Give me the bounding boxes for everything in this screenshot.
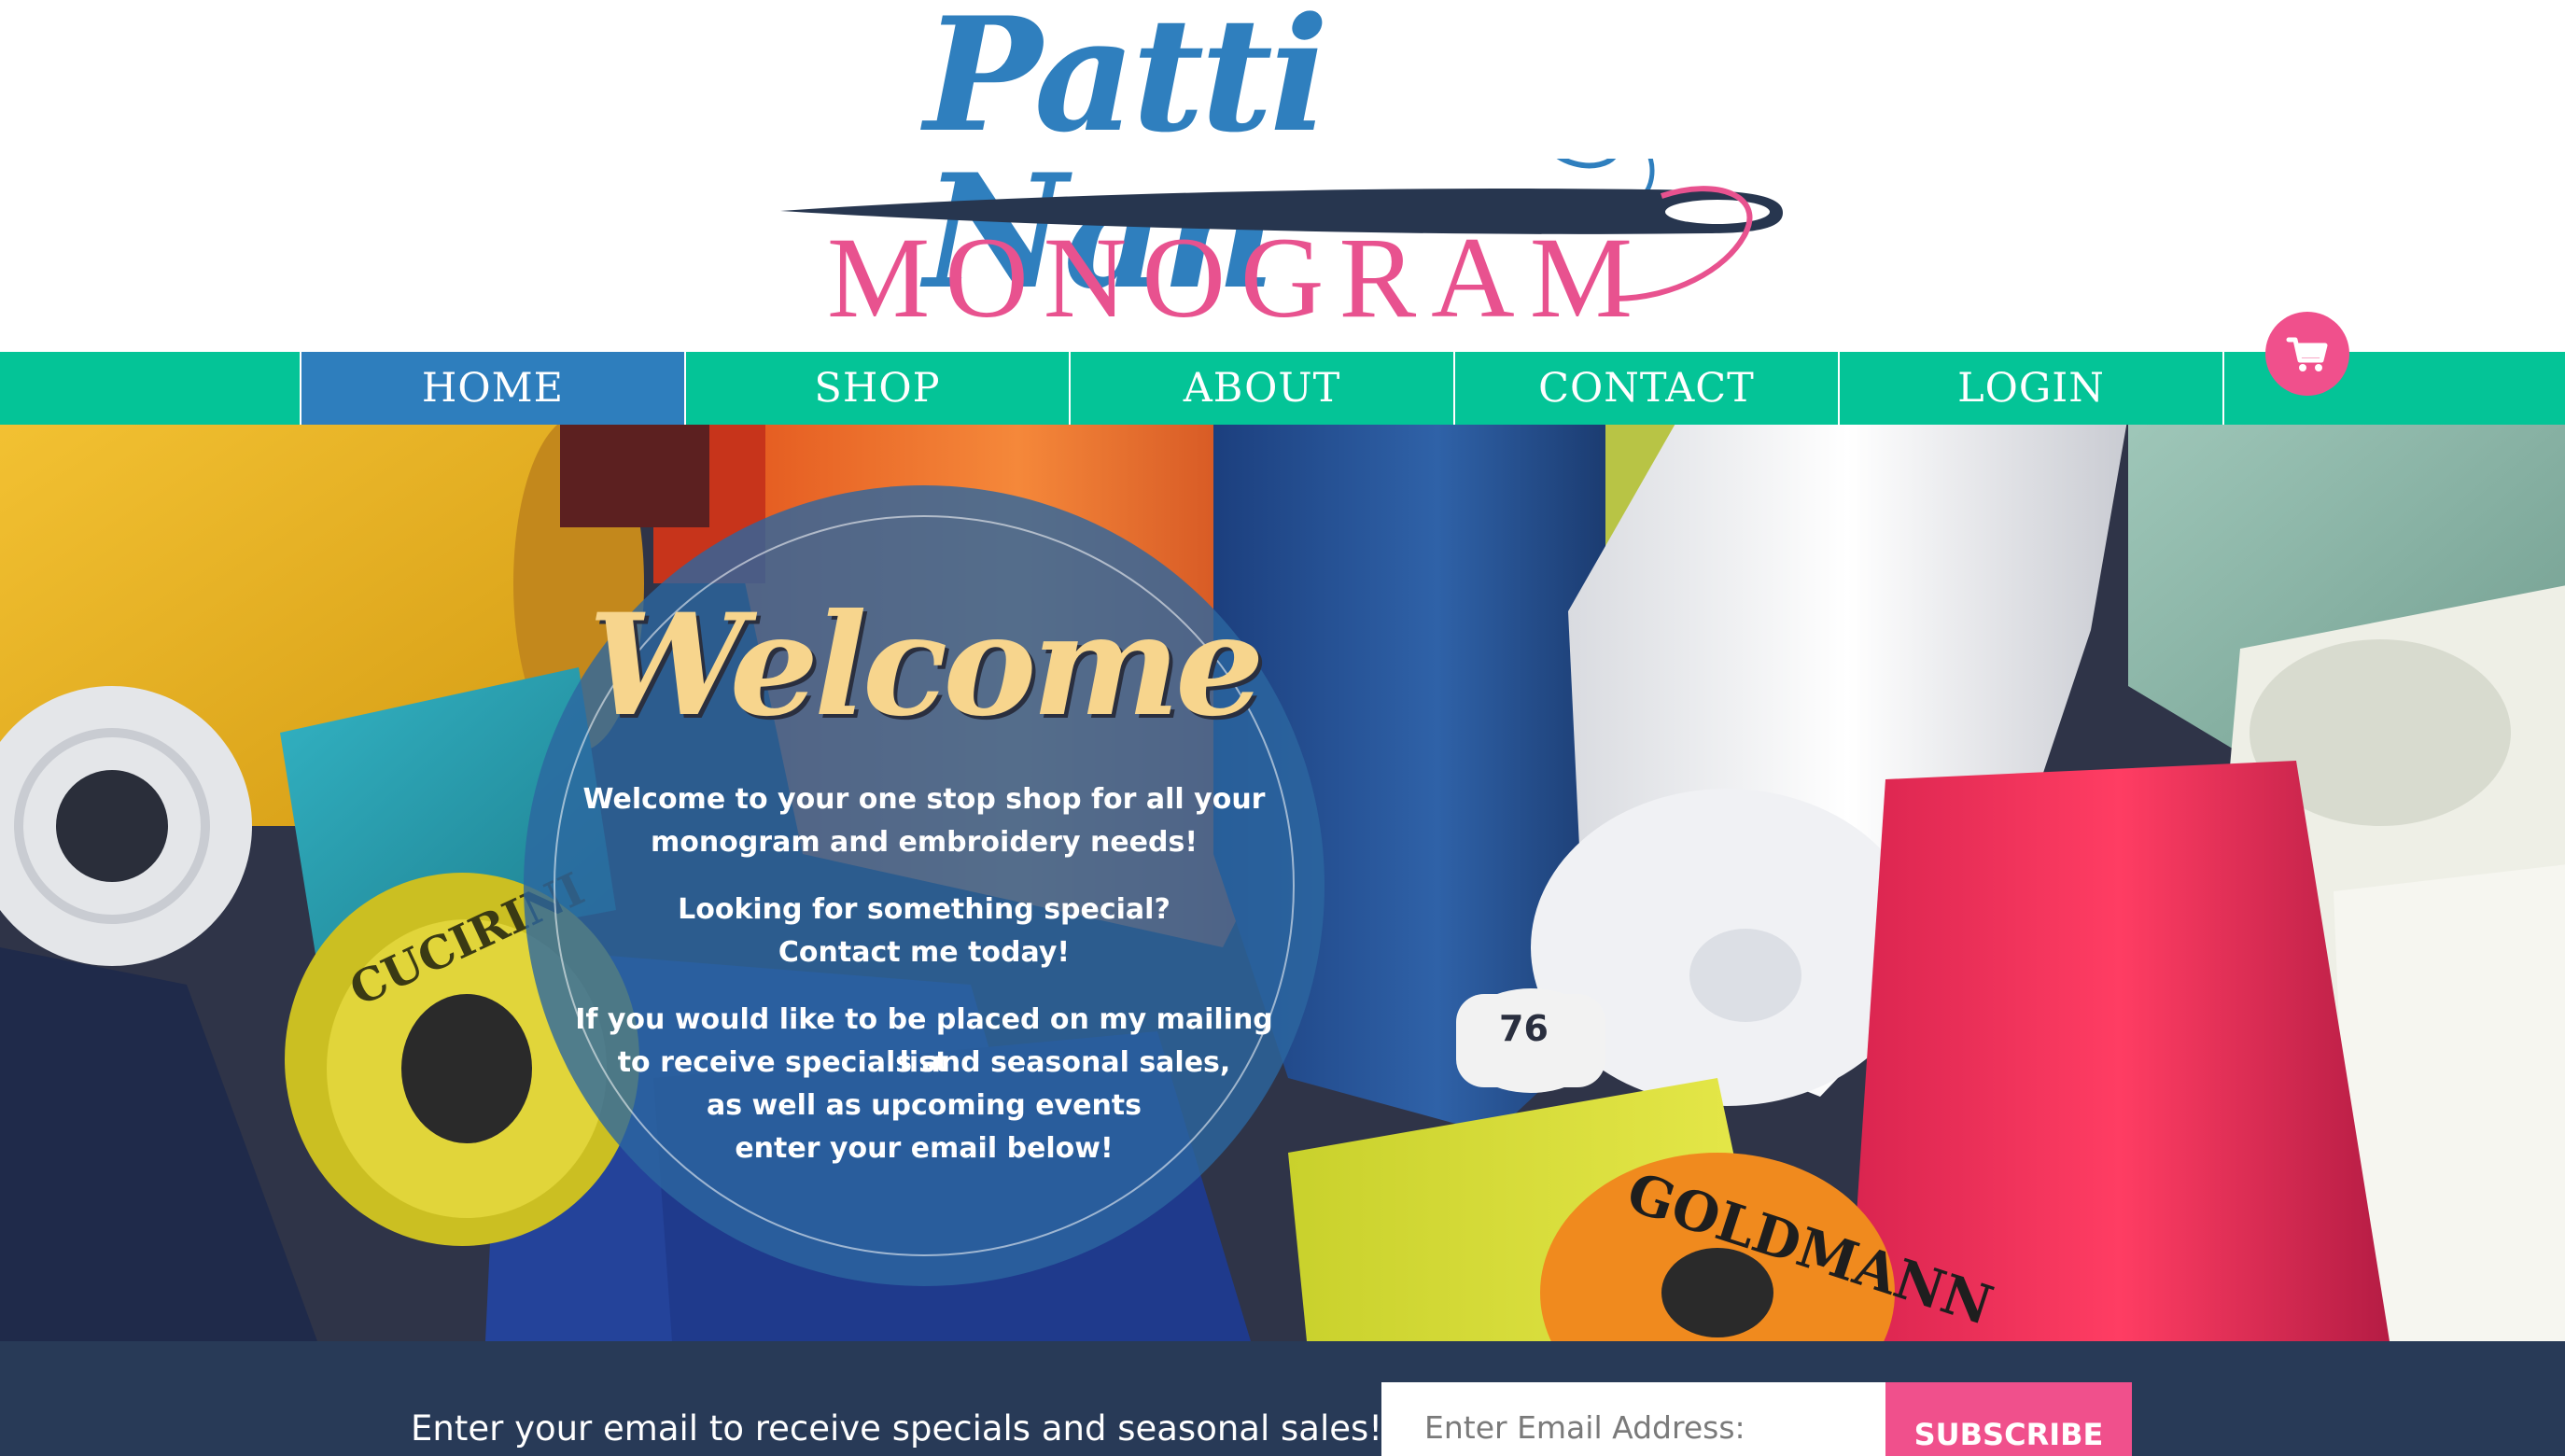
cart-button[interactable] — [2265, 312, 2349, 396]
nav-item-home[interactable]: HOME — [300, 352, 684, 425]
welcome-text-line: enter your email below! — [735, 1132, 1114, 1165]
newsletter-bar: Enter your email to receive specials and… — [0, 1341, 2565, 1456]
welcome-text-line: Welcome to your one stop shop for all yo… — [582, 783, 1266, 816]
nav-item-contact[interactable]: CONTACT — [1453, 352, 1838, 425]
welcome-text-line: to receive specials and seasonal sales, — [617, 1046, 1231, 1079]
nav-item-shop[interactable]: SHOP — [684, 352, 1069, 425]
subscribe-button[interactable]: SUBSCRIBE — [1885, 1382, 2132, 1456]
newsletter-prompt: Enter your email to receive specials and… — [411, 1408, 1383, 1449]
hero-banner: GOLDMANN 76 CUCIRINI Welcome Welcome to … — [0, 425, 2565, 1341]
logo-subtitle: MONOGRAM — [827, 214, 1647, 342]
welcome-text-line: as well as upcoming events — [706, 1089, 1142, 1122]
email-input[interactable] — [1381, 1382, 1885, 1456]
welcome-text-line: Contact me today! — [778, 936, 1071, 969]
shopping-cart-icon — [2286, 337, 2328, 371]
welcome-text-line: monogram and embroidery needs! — [650, 826, 1198, 859]
main-nav: HOME SHOP ABOUT CONTACT LOGIN — [0, 352, 2565, 425]
spool-number-label: 76 — [1499, 1008, 1549, 1049]
nav-item-about[interactable]: ABOUT — [1069, 352, 1453, 425]
site-header: Patti Nan MONOGRAM — [0, 0, 2565, 352]
nav-item-login[interactable]: LOGIN — [1838, 352, 2222, 425]
welcome-heading: Welcome — [588, 583, 1264, 748]
site-logo[interactable]: Patti Nan MONOGRAM — [775, 0, 1801, 336]
welcome-text-line: Looking for something special? — [678, 893, 1170, 926]
nav-divider — [2222, 352, 2224, 425]
